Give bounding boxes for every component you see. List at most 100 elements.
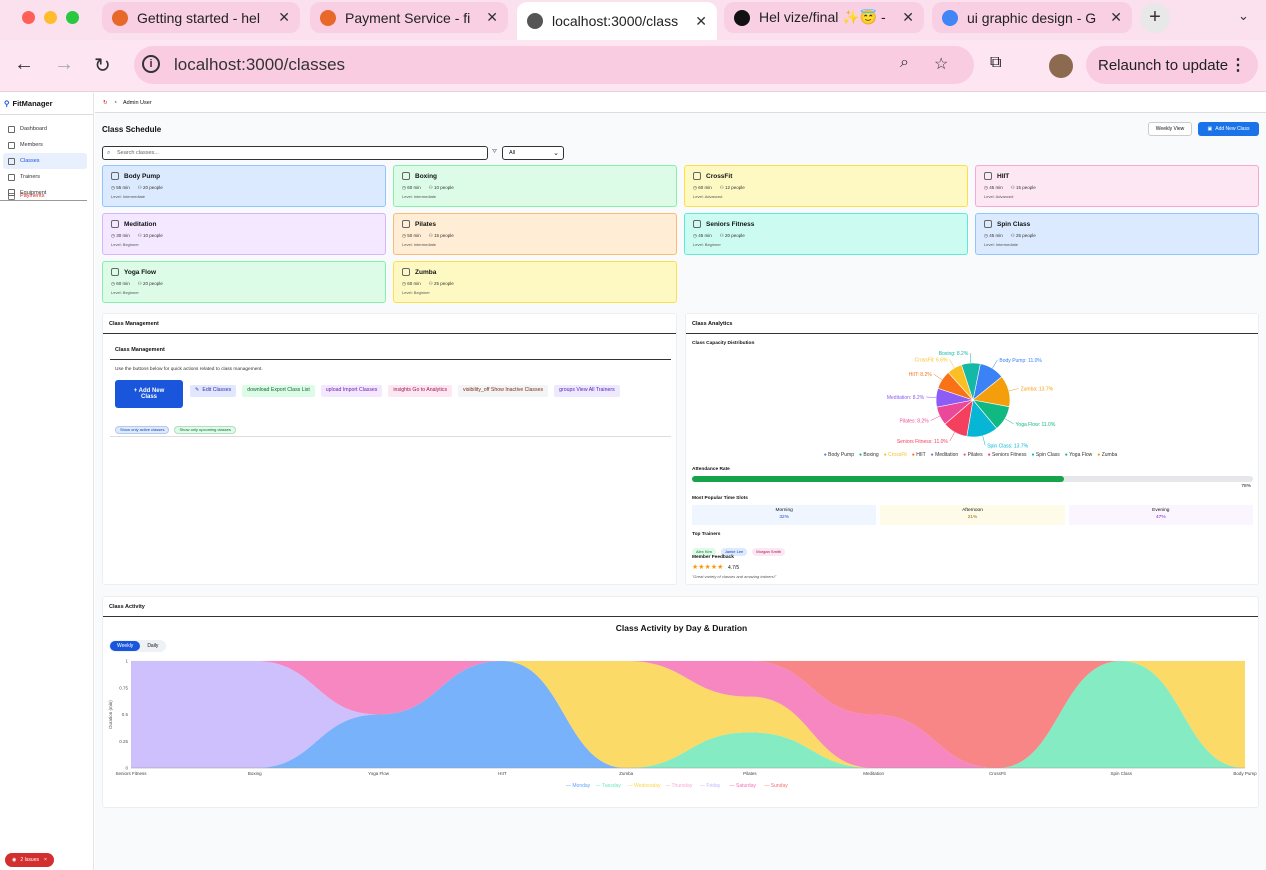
class-card[interactable]: CrossFit ◷ 60 min ⚇ 12 people Level: Advanc… — [684, 165, 968, 207]
tab-search-icon[interactable]: ⌄ — [1238, 8, 1249, 24]
minimize-window-button[interactable] — [44, 11, 57, 24]
class-card[interactable]: Pilates ◷ 50 min ⚇ 15 people Level: Interme… — [393, 213, 677, 255]
back-button[interactable]: ← — [14, 53, 34, 76]
issues-label: 2 Issues — [20, 857, 39, 863]
zoom-icon[interactable]: ⌕ — [900, 54, 909, 72]
legend-item[interactable]: ● Meditation — [931, 452, 959, 458]
quick-action-button[interactable]: visibility_off Show Inactive Classes — [458, 384, 549, 397]
tab-favicon-icon — [320, 9, 336, 26]
area-legend-item[interactable]: — Tuesday — [596, 783, 622, 789]
class-card[interactable]: Seniors Fitness ◷ 45 min ⚇ 20 people Level:… — [684, 213, 968, 255]
area-legend-item[interactable]: — Friday — [700, 783, 721, 789]
address-bar[interactable]: i localhost:3000/classes ⌕ ☆ — [134, 46, 974, 84]
dumbbell-icon — [693, 220, 701, 228]
toggle-daily[interactable]: Daily — [140, 641, 165, 651]
forward-button[interactable]: → — [54, 53, 74, 76]
browser-tab[interactable]: ui graphic design - G ✕ — [932, 2, 1132, 33]
class-card[interactable]: Zumba ◷ 60 min ⚇ 25 people Level: Beginner — [393, 261, 677, 303]
class-card[interactable]: Boxing ◷ 60 min ⚇ 10 people Level: Intermed… — [393, 165, 677, 207]
browser-tab[interactable]: Hel vize/final ✨😇 - ✕ — [724, 2, 924, 33]
legend-item[interactable]: ● Boxing — [859, 452, 879, 458]
browser-tab[interactable]: Payment Service - fi ✕ — [310, 2, 508, 33]
sidebar-item-payments[interactable]: Payments — [0, 188, 87, 204]
weekly-view-button[interactable]: Weekly View — [1148, 122, 1192, 136]
close-tab-icon[interactable]: ✕ — [902, 9, 914, 26]
inner-title: Class Management — [110, 340, 671, 360]
area-legend-item[interactable]: — Thursday — [665, 783, 693, 789]
class-card[interactable]: Meditation ◷ 30 min ⚇ 10 people Level: Begi… — [102, 213, 386, 255]
quick-action-button[interactable]: upload Import Classes — [320, 384, 383, 397]
class-meta: ◷ 60 min ⚇ 25 people — [402, 281, 668, 287]
issues-badge[interactable]: ◉ 2 Issues × — [5, 853, 54, 867]
class-capacity: 15 people — [1016, 185, 1036, 190]
browser-tab[interactable]: localhost:3000/class ✕ — [517, 2, 717, 40]
quick-action-button[interactable]: insights Go to Analytics — [388, 384, 453, 397]
user-avatar-icon[interactable]: ◔ — [114, 100, 117, 106]
legend-item[interactable]: ● HIIT — [912, 452, 926, 458]
sidebar-item-dashboard[interactable]: Dashboard — [0, 121, 87, 137]
class-meta: ◷ 50 min ⚇ 15 people — [402, 233, 668, 239]
add-new-class-quick-button[interactable]: + Add New Class — [115, 380, 183, 408]
filter-icon: ⛛ — [492, 149, 498, 155]
class-meta: ◷ 30 min ⚇ 10 people — [111, 233, 377, 239]
sidebar-item-classes[interactable]: Classes — [3, 153, 87, 169]
quick-action-button[interactable]: download Export Class List — [242, 384, 315, 397]
legend-item[interactable]: ● Body Pump — [824, 452, 854, 458]
relaunch-button[interactable]: Relaunch to update ⋮ — [1086, 46, 1258, 84]
class-capacity: 10 people — [143, 233, 163, 238]
refresh-icon[interactable]: ↻ — [103, 100, 108, 106]
trainer-pill[interactable]: Morgan Smith — [752, 547, 786, 556]
sidebar-item-trainers[interactable]: Trainers — [0, 169, 87, 185]
legend-item[interactable]: ● Zumba — [1097, 452, 1117, 458]
timeslots-title: Most Popular Time Slots — [692, 496, 748, 501]
level-filter-select[interactable]: All ⌄ — [502, 146, 564, 160]
area-legend-item[interactable]: — Wednesday — [628, 783, 661, 789]
class-meta: ◷ 60 min ⚇ 10 people — [402, 185, 668, 191]
close-tab-icon[interactable]: ✕ — [695, 13, 707, 30]
legend-item[interactable]: ● CrossFit — [884, 452, 907, 458]
legend-item[interactable]: ● Spin Class — [1031, 452, 1059, 458]
class-level: Level: Intermediate — [984, 242, 1019, 247]
legend-item[interactable]: ● Yoga Flow — [1065, 452, 1093, 458]
area-legend-item[interactable]: — Sunday — [764, 783, 788, 789]
close-issues-icon[interactable]: × — [44, 857, 47, 863]
add-new-class-button[interactable]: ▣ Add New Class — [1198, 122, 1259, 136]
menu-kebab-icon[interactable]: ⋮ — [1230, 55, 1246, 75]
pie-leader-line — [949, 359, 955, 369]
reload-button[interactable]: ↻ — [94, 53, 111, 78]
class-activity-panel: Class Activity Class Activity by Day & D… — [102, 596, 1259, 808]
new-tab-button[interactable]: + — [1140, 3, 1170, 33]
close-tab-icon[interactable]: ✕ — [486, 9, 498, 26]
maximize-window-button[interactable] — [66, 11, 79, 24]
close-tab-icon[interactable]: ✕ — [1110, 9, 1122, 26]
filter-pill[interactable]: Show only active classes — [115, 425, 170, 434]
site-info-icon[interactable]: i — [142, 55, 160, 73]
bookmark-star-icon[interactable]: ☆ — [934, 54, 948, 74]
class-duration: 60 min — [407, 281, 421, 286]
class-name-row: Seniors Fitness — [693, 220, 959, 228]
legend-item[interactable]: ● Pilates — [963, 452, 982, 458]
attendance-value: 78% — [1241, 484, 1251, 489]
area-legend-item[interactable]: — Saturday — [730, 783, 757, 789]
class-card[interactable]: HIIT ◷ 45 min ⚇ 15 people Level: Advanced — [975, 165, 1259, 207]
x-tick-label: Body Pump — [1233, 771, 1257, 776]
pie-leader-line — [949, 432, 956, 442]
profile-avatar[interactable] — [1049, 54, 1073, 78]
class-card[interactable]: Spin Class ◷ 45 min ⚇ 25 people Level: Inte… — [975, 213, 1259, 255]
filter-pill[interactable]: Show only upcoming classes — [174, 425, 236, 434]
pie-slice-label: Meditation: 8.2% — [887, 395, 925, 401]
quick-action-button[interactable]: groups View All Trainers — [554, 384, 620, 397]
area-legend-item[interactable]: — Monday — [566, 783, 591, 789]
sidebar-item-members[interactable]: Members — [0, 137, 87, 153]
close-tab-icon[interactable]: ✕ — [278, 9, 290, 26]
class-card[interactable]: Yoga Flow ◷ 60 min ⚇ 20 people Level: Begin… — [102, 261, 386, 303]
class-card[interactable]: Body Pump ◷ 55 min ⚇ 20 people Level: Inter… — [102, 165, 386, 207]
legend-item[interactable]: ● Seniors Fitness — [988, 452, 1027, 458]
quick-action-button[interactable]: ✎ Edit Classes — [190, 384, 237, 397]
search-input[interactable]: ⌕ Search classes... — [102, 146, 488, 160]
browser-tab[interactable]: Getting started - hel ✕ — [102, 2, 300, 33]
toggle-weekly[interactable]: Weekly — [110, 641, 141, 651]
close-window-button[interactable] — [22, 11, 35, 24]
extensions-icon[interactable]: ⧉ — [990, 54, 1001, 72]
tab-favicon-icon — [734, 9, 750, 26]
